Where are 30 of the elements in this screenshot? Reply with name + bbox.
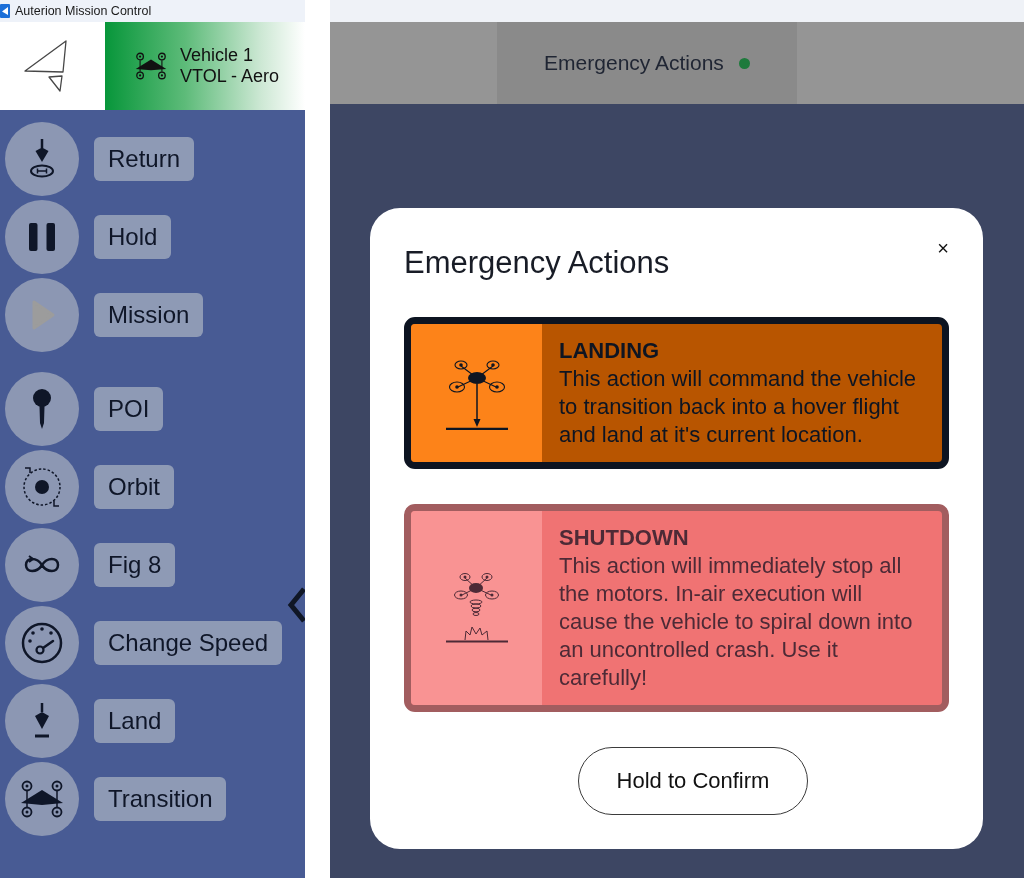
action-description: This action will immediately stop all the motors. In-air execution will cause the vehicle to spiral down into an uncontrolled crash. Use it carefully! bbox=[559, 552, 914, 692]
action-label[interactable]: Transition bbox=[94, 777, 227, 821]
vehicle-name: Vehicle 1 bbox=[180, 45, 255, 66]
close-button[interactable]: × bbox=[937, 238, 949, 258]
action-title: LANDING bbox=[559, 337, 661, 365]
action-label[interactable]: Land bbox=[94, 699, 176, 743]
vehicle-type: VTOL - Aero bbox=[180, 66, 280, 87]
status-dot-icon bbox=[738, 57, 750, 69]
confirm-button[interactable]: Hold to Confirm bbox=[578, 747, 808, 815]
paper-plane-icon[interactable] bbox=[24, 39, 68, 93]
app-icon bbox=[0, 4, 10, 18]
drone-crash-icon bbox=[445, 571, 508, 645]
gauge-icon bbox=[20, 621, 64, 665]
action-label[interactable]: Orbit bbox=[94, 465, 174, 509]
orbit-icon bbox=[20, 465, 64, 509]
action-title: SHUTDOWN bbox=[559, 524, 690, 552]
vtol-drone-icon bbox=[135, 51, 167, 81]
window-title: Auterion Mission Control bbox=[15, 4, 152, 18]
action-label[interactable]: POI bbox=[94, 387, 164, 431]
header-tab[interactable]: Emergency Actions bbox=[497, 22, 797, 104]
action-card[interactable]: LANDING This action will command the vehicle to transition back into a hover flight and land at it's current location. bbox=[404, 317, 949, 469]
chevron-left-icon[interactable] bbox=[287, 587, 305, 623]
action-description: This action will command the vehicle to transition back into a hover flight and land at it's current location. bbox=[559, 365, 918, 449]
vehicle-selector[interactable]: Vehicle 1 VTOL - Aero bbox=[105, 22, 305, 110]
action-label[interactable]: Fig 8 bbox=[94, 543, 176, 587]
action-label[interactable]: Return bbox=[94, 137, 195, 181]
action-label[interactable]: Hold bbox=[94, 215, 172, 259]
dialog-title: Emergency Actions bbox=[404, 245, 670, 281]
action-label[interactable]: Change Speed bbox=[94, 621, 283, 665]
action-card[interactable]: SHUTDOWN This action will immediately stop all the motors. In-air execution will cause the vehicle to spiral down into an uncontrolled crash. Use it carefully! bbox=[404, 504, 949, 712]
